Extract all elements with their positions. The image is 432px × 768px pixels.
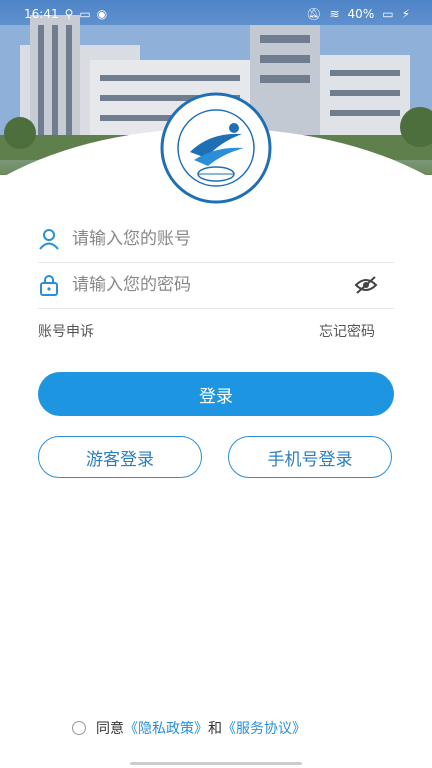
password-field[interactable] [38, 262, 394, 309]
login-button[interactable]: 登录 [38, 372, 394, 416]
charging-icon: ⚡︎ [401, 7, 410, 21]
privacy-policy-link[interactable]: 《隐私政策》 [124, 718, 208, 738]
account-input[interactable] [70, 228, 394, 250]
phone-login-button[interactable]: 手机号登录 [228, 436, 392, 478]
account-field[interactable] [38, 216, 394, 263]
and-text: 和 [208, 721, 222, 737]
college-logo [160, 92, 272, 204]
status-bar: 16:41 ⚲ ▭ ◉ 🔕︎ ≋ 40% ▭ ⚡︎ [0, 0, 432, 30]
service-agreement-link[interactable]: 《服务协议》 [222, 718, 306, 738]
password-input[interactable] [70, 274, 394, 296]
mute-icon: 🔕︎ [306, 7, 322, 21]
battery-level: 40% [347, 7, 375, 21]
battery-icon: ▭ [382, 7, 394, 21]
forgot-password-link[interactable]: 忘记密码 [319, 321, 375, 341]
agreement-row: 同意 《隐私政策》 和 《服务协议》 [72, 718, 306, 738]
notification-icon: ▭ [79, 7, 91, 21]
eye-off-icon[interactable] [354, 275, 378, 299]
home-indicator [130, 762, 302, 765]
agree-radio[interactable] [72, 721, 86, 735]
lock-icon [38, 274, 60, 296]
user-icon [38, 228, 60, 250]
account-appeal-link[interactable]: 账号申诉 [38, 321, 94, 341]
usb-icon: ⚲ [64, 7, 74, 21]
agree-text: 同意 [96, 721, 124, 737]
wifi-icon: ≋ [329, 7, 340, 21]
guest-login-button[interactable]: 游客登录 [38, 436, 202, 478]
app-icon: ◉ [96, 7, 108, 21]
status-time: 16:41 [24, 7, 59, 21]
